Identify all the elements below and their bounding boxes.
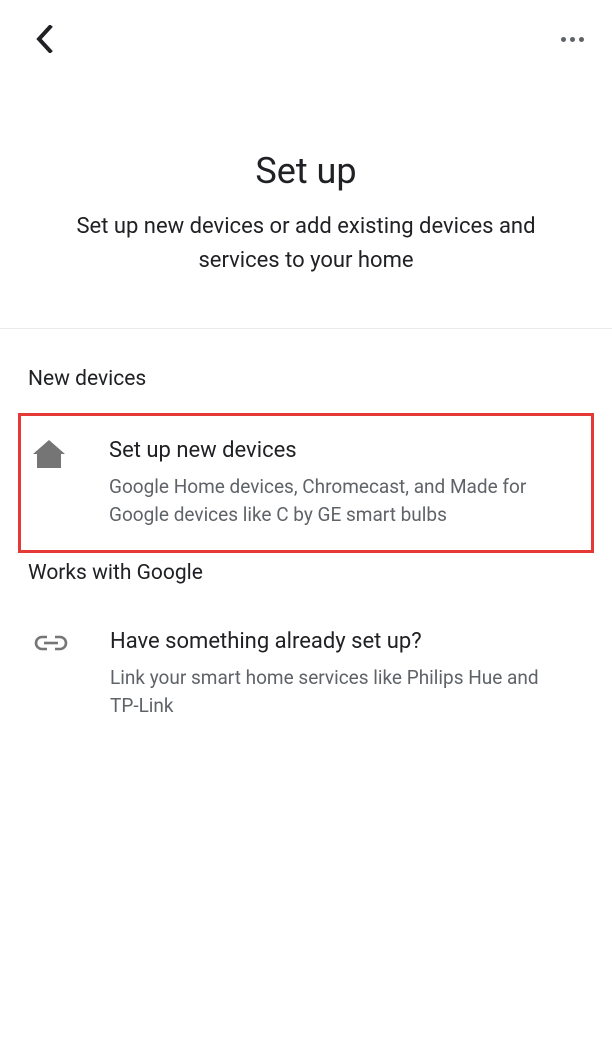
option-description: Google Home devices, Chromecast, and Mad… bbox=[109, 473, 571, 528]
section-label-new-devices: New devices bbox=[28, 367, 584, 391]
section-label-works-with: Works with Google bbox=[28, 561, 584, 585]
chevron-left-icon bbox=[36, 25, 53, 53]
option-title: Have something already set up? bbox=[110, 629, 570, 654]
option-description: Link your smart home services like Phili… bbox=[110, 664, 570, 719]
more-button[interactable] bbox=[552, 23, 592, 55]
option-title: Set up new devices bbox=[109, 438, 571, 463]
option-text: Have something already set up? Link your… bbox=[84, 629, 570, 719]
page-title: Set up bbox=[50, 150, 562, 192]
back-button[interactable] bbox=[28, 23, 60, 55]
option-setup-new-devices[interactable]: Set up new devices Google Home devices, … bbox=[18, 413, 594, 553]
home-icon bbox=[33, 438, 83, 472]
title-section: Set up Set up new devices or add existin… bbox=[0, 60, 612, 328]
more-horizontal-icon bbox=[561, 37, 584, 42]
app-header bbox=[0, 0, 612, 60]
option-text: Set up new devices Google Home devices, … bbox=[83, 438, 571, 528]
content-area: New devices Set up new devices Google Ho… bbox=[0, 329, 612, 741]
option-link-existing[interactable]: Have something already set up? Link your… bbox=[28, 607, 584, 741]
link-icon bbox=[34, 629, 84, 655]
page-subtitle: Set up new devices or add existing devic… bbox=[50, 210, 562, 278]
